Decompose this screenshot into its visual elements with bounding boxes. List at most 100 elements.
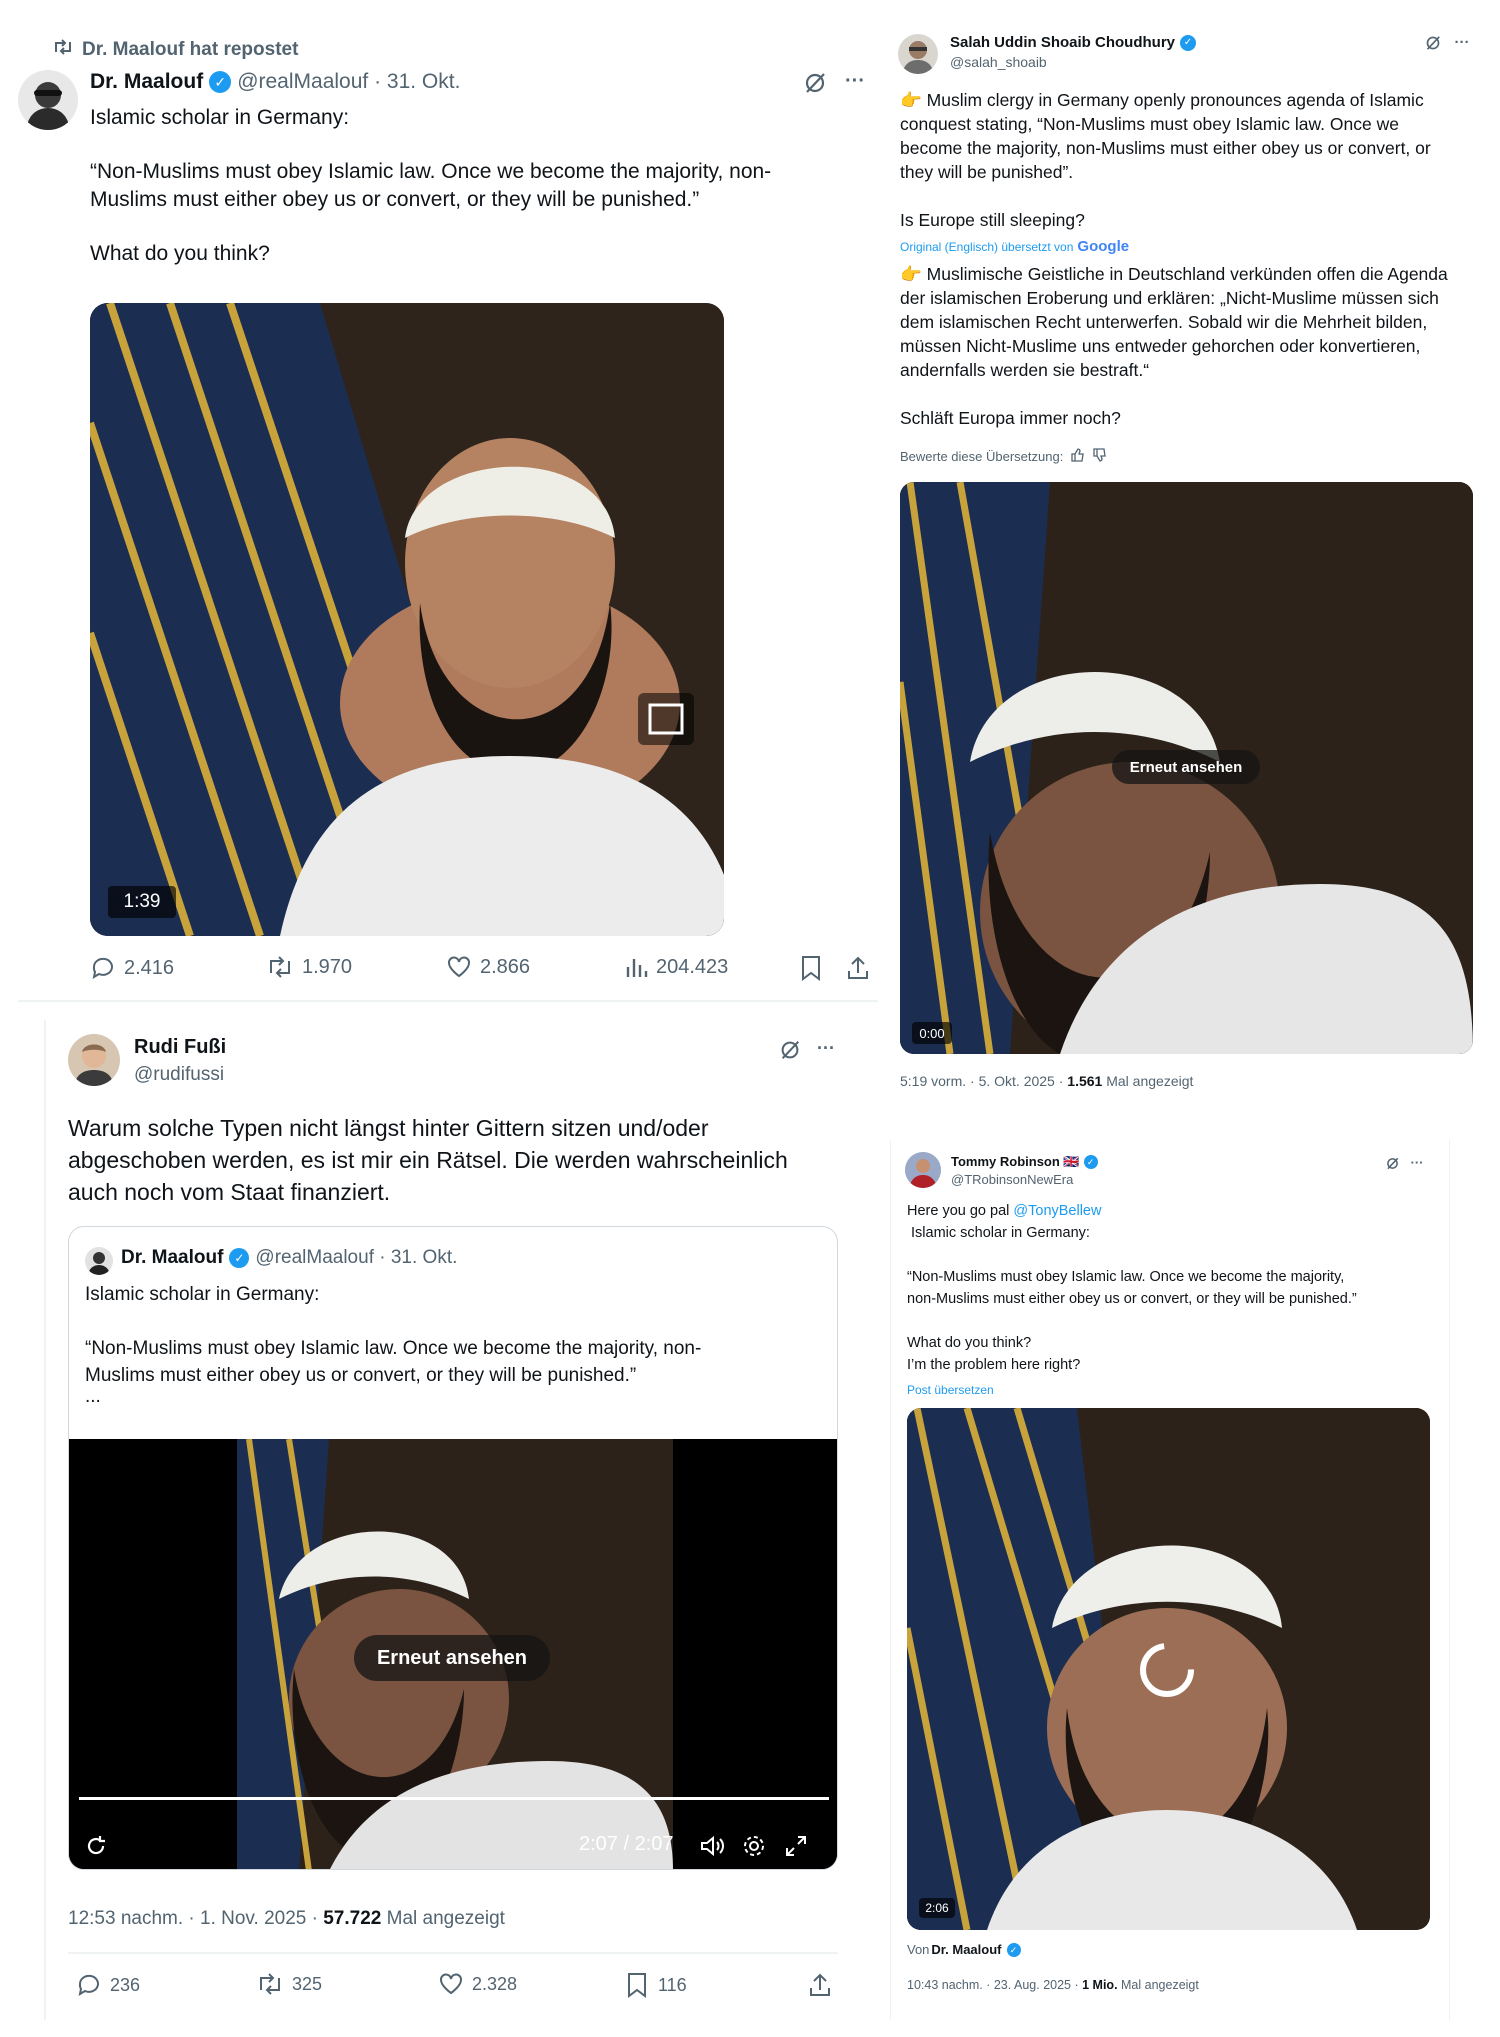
post-salah: Salah Uddin Shoaib Choudhury ✓ @salah_sh… xyxy=(890,0,1500,1110)
text-line xyxy=(85,1308,701,1335)
text-line: “Non-Muslims must obey Islamic law. Once… xyxy=(907,1269,1345,1285)
from-author: Dr. Maalouf xyxy=(931,1942,1002,1957)
more-icon[interactable]: ··· xyxy=(840,66,870,96)
video-player[interactable]: Erneut ansehen 2:07 / 2:07 xyxy=(69,1439,837,1869)
replay-icon[interactable] xyxy=(81,1831,111,1861)
reply-count: 2.416 xyxy=(124,956,175,979)
views-button[interactable]: 204.423 xyxy=(624,955,728,979)
avatar[interactable] xyxy=(898,34,938,74)
more-icon[interactable]: ··· xyxy=(812,1034,840,1062)
text-line xyxy=(90,132,771,158)
meta-views: 57.722 xyxy=(323,1908,382,1929)
text-line: andernfalls werden sie bestraft.“ xyxy=(900,360,1150,380)
thumbs-down-icon[interactable] xyxy=(1093,448,1107,465)
post-meta: 5:19 vorm. · 5. Okt. 2025 · 1.561 Mal an… xyxy=(900,1073,1193,1089)
rate-label: Bewerte diese Übersetzung: xyxy=(900,449,1064,464)
post-text: 👉 Muslim clergy in Germany openly pronou… xyxy=(900,88,1431,232)
reply-icon xyxy=(78,1974,99,1997)
volume-icon[interactable] xyxy=(697,1831,727,1861)
avatar[interactable] xyxy=(68,1034,120,1086)
avatar[interactable] xyxy=(18,70,78,130)
more-icon[interactable]: ··· xyxy=(1450,30,1474,54)
share-button[interactable] xyxy=(808,1972,832,1998)
handle[interactable]: @TRobinsonNewEra xyxy=(951,1172,1073,1187)
meta-time[interactable]: 10:43 nachm. · 23. Aug. 2025 · xyxy=(907,1978,1082,1992)
repost-icon xyxy=(52,38,74,62)
grok-icon[interactable] xyxy=(800,68,830,98)
meta-time[interactable]: 5:19 vorm. · 5. Okt. 2025 · xyxy=(900,1073,1067,1089)
like-button[interactable]: 2.866 xyxy=(446,955,530,979)
text-line: they will be punished”. xyxy=(900,162,1074,182)
divider xyxy=(68,1952,838,1954)
reply-button[interactable]: 236 xyxy=(76,1972,140,1998)
thumbs-up-icon[interactable] xyxy=(1071,448,1085,465)
quoted-post[interactable]: Dr. Maalouf ✓ @realMaalouf · 31. Okt. Is… xyxy=(68,1226,838,1870)
reply-prefix: Here you go pal xyxy=(907,1203,1014,1219)
post-tommy: Tommy Robinson 🇬🇧 ✓ @TRobinsonNewEra ···… xyxy=(890,1140,1450,2020)
text-line: non-Muslims must either obey us or conve… xyxy=(907,1291,1357,1307)
bookmark-button[interactable] xyxy=(800,955,822,981)
from-label: Von xyxy=(907,1942,930,1957)
share-button[interactable] xyxy=(846,955,870,981)
translate-link[interactable]: Post übersetzen xyxy=(907,1383,994,1397)
handle[interactable]: @rudifussi xyxy=(134,1064,224,1086)
text-line: 👉 Muslimische Geistliche in Deutschland … xyxy=(900,264,1448,284)
video-time: 2:07 / 2:07 xyxy=(579,1833,674,1855)
reply-button[interactable]: 2.416 xyxy=(90,955,174,981)
grok-icon[interactable] xyxy=(776,1036,804,1064)
translation-note-label: Original (Englisch) übersetzt von xyxy=(900,239,1074,254)
fullscreen-icon[interactable] xyxy=(781,1831,811,1861)
post-text: Here you go pal @TonyBellew Islamic scho… xyxy=(907,1200,1357,1376)
replay-button[interactable]: Erneut ansehen xyxy=(1112,750,1260,784)
text-line: What do you think? xyxy=(907,1335,1032,1351)
grok-icon[interactable] xyxy=(1422,32,1444,54)
text-line: Muslims must either obey us or convert, … xyxy=(85,1365,637,1386)
quote-text: Islamic scholar in Germany: “Non-Muslims… xyxy=(85,1281,701,1406)
more-icon[interactable]: ··· xyxy=(1407,1152,1427,1172)
text-line: Muslims must either obey us or convert, … xyxy=(90,188,700,211)
repost-button[interactable]: 1.970 xyxy=(266,955,352,979)
repost-icon xyxy=(270,956,290,978)
text-line: Islamic scholar in Germany: xyxy=(907,1225,1090,1241)
repost-count: 325 xyxy=(292,1973,323,1994)
like-count: 2.866 xyxy=(480,955,531,978)
handle-time[interactable]: @realMaalouf · 31. Okt. xyxy=(237,70,460,94)
text-line xyxy=(900,184,1431,208)
like-button[interactable]: 2.328 xyxy=(438,1972,517,1996)
handle[interactable]: @salah_shoaib xyxy=(950,54,1047,70)
share-icon xyxy=(810,1973,830,1996)
settings-icon[interactable] xyxy=(739,1831,769,1861)
verified-icon: ✓ xyxy=(1006,1942,1021,1957)
translation-note[interactable]: Original (Englisch) übersetzt von Google xyxy=(900,238,1129,255)
bookmark-button[interactable]: 116 xyxy=(626,1972,687,1998)
text-line: become the majority, non-Muslims must ei… xyxy=(900,138,1431,158)
text-line xyxy=(90,214,771,240)
author-name[interactable]: Tommy Robinson 🇬🇧 xyxy=(951,1154,1080,1170)
text-line: I’m the problem here right? xyxy=(907,1357,1081,1373)
like-count: 2.328 xyxy=(472,1973,518,1994)
repost-button[interactable]: 325 xyxy=(256,1972,322,1996)
author-name[interactable]: Rudi Fußi xyxy=(134,1036,226,1059)
mention-link[interactable]: @TonyBellew xyxy=(1013,1203,1101,1219)
author-name[interactable]: Dr. Maalouf xyxy=(90,70,203,94)
repost-header: Dr. Maalouf hat repostet xyxy=(52,38,298,62)
text-line: Is Europe still sleeping? xyxy=(900,210,1085,230)
video-frame xyxy=(907,1408,1430,1930)
author-name[interactable]: Salah Uddin Shoaib Choudhury xyxy=(950,34,1175,51)
text-line: dem islamischen Recht unterwerfen. Sobal… xyxy=(900,312,1428,332)
grok-icon[interactable] xyxy=(1383,1154,1401,1172)
reply-icon xyxy=(92,957,113,980)
meta-time[interactable]: 12:53 nachm. · 1. Nov. 2025 · xyxy=(68,1908,323,1929)
verified-icon: ✓ xyxy=(1180,34,1196,51)
replay-button[interactable]: Erneut ansehen xyxy=(354,1635,550,1681)
verified-icon: ✓ xyxy=(1083,1155,1098,1169)
from-line[interactable]: Von Dr. Maalouf ✓ xyxy=(907,1942,1021,1957)
video-player[interactable]: 1:39 xyxy=(90,303,724,936)
avatar[interactable] xyxy=(905,1152,941,1188)
video-duration: 2:06 xyxy=(919,1898,955,1918)
video-player[interactable]: Erneut ansehen 0:00 xyxy=(900,482,1473,1054)
verified-icon: ✓ xyxy=(229,1248,250,1268)
repost-count: 1.970 xyxy=(302,955,353,978)
video-player[interactable]: 2:06 xyxy=(907,1408,1430,1930)
repost-icon xyxy=(260,1973,280,1995)
